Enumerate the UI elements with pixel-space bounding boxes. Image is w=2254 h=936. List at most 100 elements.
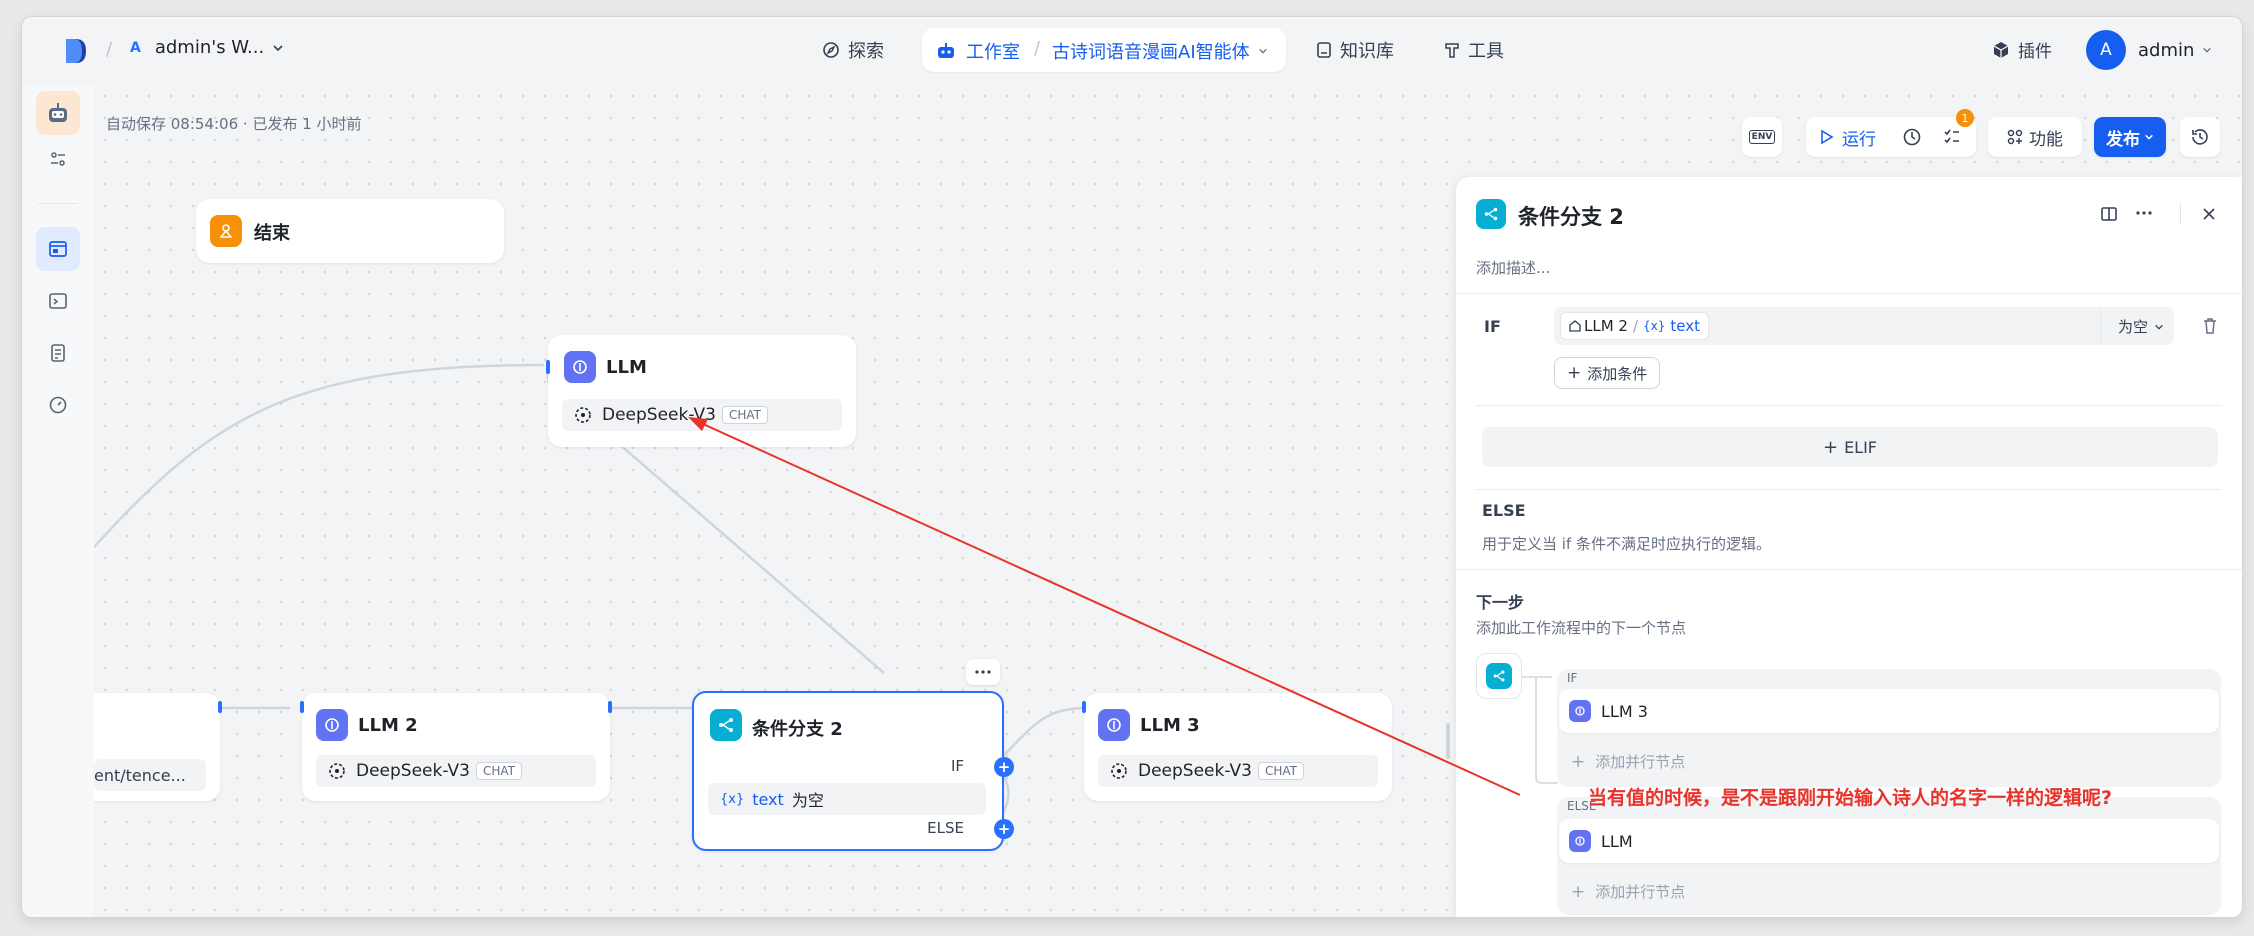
- llm2-node[interactable]: LLM 2 DeepSeek-V3 CHAT: [300, 693, 612, 801]
- run-label: 运行: [1842, 129, 1876, 150]
- avatar: A: [2086, 30, 2126, 70]
- description-input[interactable]: 添加描述...: [1476, 257, 1550, 278]
- panel-layout-icon[interactable]: [2100, 205, 2118, 223]
- model-icon: [1110, 762, 1128, 780]
- end-node[interactable]: 结束: [196, 199, 504, 263]
- upstream-node-model: ent/tence...: [94, 759, 206, 791]
- logs-icon[interactable]: [36, 331, 80, 375]
- add-condition-button[interactable]: + 添加条件: [1554, 357, 1661, 389]
- workspace-switcher[interactable]: A admin's W...: [130, 37, 284, 58]
- if-branch-label: IF: [950, 757, 964, 775]
- else-output-add-icon[interactable]: +: [994, 819, 1014, 839]
- condition-variable-pill[interactable]: LLM 2 / {x} text: [1560, 312, 1710, 340]
- plus-icon: +: [1571, 881, 1586, 902]
- robot-icon: [936, 42, 956, 60]
- run-toolbar: 运行 1: [1806, 109, 1976, 157]
- nav-tools[interactable]: 工具: [1444, 37, 1504, 63]
- add-condition-label: 添加条件: [1587, 364, 1648, 383]
- branch-connector: [1522, 676, 1558, 784]
- condition-node-name: LLM 2: [1584, 317, 1628, 335]
- app-icon[interactable]: [36, 91, 80, 135]
- app-name: 古诗词语音漫画AI智能体: [1052, 42, 1250, 63]
- panel-title[interactable]: 条件分支 2: [1518, 201, 1624, 231]
- else-branch-node-name: LLM: [1601, 831, 1633, 851]
- llm3-node-title: LLM 3: [1140, 715, 1200, 736]
- ifelse-node[interactable]: 条件分支 2 IF {x} text 为空 ELSE + +: [692, 691, 1014, 851]
- version-history-button[interactable]: [2180, 117, 2220, 157]
- workspace-name: admin's W...: [154, 37, 265, 58]
- operator-select[interactable]: 为空: [2118, 316, 2164, 337]
- node-more-button[interactable]: [966, 659, 1000, 685]
- nav-explore[interactable]: 探索: [822, 37, 884, 63]
- output-handle[interactable]: [608, 701, 612, 713]
- panel-resize-handle[interactable]: [1446, 723, 1450, 759]
- input-handle[interactable]: [300, 701, 304, 713]
- chevron-down-icon: [2144, 132, 2154, 142]
- divider: [38, 203, 78, 204]
- run-history-icon[interactable]: [1902, 127, 1922, 147]
- add-elif-button[interactable]: + ELIF: [1482, 427, 2218, 467]
- explore-icon: [822, 41, 840, 59]
- user-menu[interactable]: A admin: [2086, 30, 2212, 70]
- llm-node-title: LLM: [606, 357, 647, 378]
- settings-sliders-icon[interactable]: [36, 137, 80, 181]
- llm3-node-icon: [1098, 709, 1130, 741]
- hammer-icon: [1444, 41, 1460, 59]
- upstream-node[interactable]: ent/tence...: [94, 693, 222, 801]
- studio-breadcrumb: 工作室 / 古诗词语音漫画AI智能体: [922, 28, 1286, 72]
- plus-icon: +: [1571, 751, 1586, 772]
- node-ref-icon: [1569, 320, 1581, 332]
- model-badge: DeepSeek-V3 CHAT: [316, 755, 596, 787]
- features-button[interactable]: 功能: [1988, 117, 2082, 157]
- else-label: ELSE: [1482, 501, 1526, 520]
- input-handle[interactable]: [1082, 701, 1086, 713]
- output-handle[interactable]: [218, 701, 222, 713]
- add-parallel-label: 添加并行节点: [1595, 753, 1686, 771]
- if-output-add-icon[interactable]: +: [994, 757, 1014, 777]
- condition-row[interactable]: LLM 2 / {x} text 为空: [1554, 307, 2174, 345]
- cube-icon: [1992, 41, 2010, 59]
- nav-plugins-label: 插件: [2018, 42, 2052, 62]
- llm3-node[interactable]: LLM 3 DeepSeek-V3 CHAT: [1082, 693, 1392, 801]
- else-branch-group: ELSE LLM + 添加并行节点: [1557, 797, 2221, 915]
- condition-operator: 为空: [791, 791, 824, 810]
- add-parallel-node-button[interactable]: + 添加并行节点: [1571, 881, 1685, 902]
- add-parallel-node-button[interactable]: + 添加并行节点: [1571, 751, 1685, 772]
- trash-icon[interactable]: [2202, 317, 2218, 335]
- input-handle[interactable]: [546, 360, 550, 374]
- model-name: DeepSeek-V3: [1138, 761, 1252, 781]
- if-branch-node[interactable]: LLM 3: [1559, 689, 2219, 733]
- ifelse-mini-icon: [1486, 663, 1512, 689]
- nav-studio[interactable]: 工作室: [936, 38, 1020, 64]
- publish-button[interactable]: 发布: [2094, 117, 2166, 157]
- close-icon[interactable]: [2202, 207, 2216, 221]
- app-logo[interactable]: [64, 37, 88, 65]
- app-selector[interactable]: 古诗词语音漫画AI智能体: [1052, 38, 1268, 64]
- checklist-icon[interactable]: [1942, 127, 1962, 147]
- nav-knowledge[interactable]: 知识库: [1316, 37, 1394, 63]
- model-mode-tag: CHAT: [721, 406, 768, 424]
- elif-label: ELIF: [1844, 437, 1878, 457]
- llm2-node-icon: [316, 709, 348, 741]
- monitoring-gauge-icon[interactable]: [36, 383, 80, 427]
- model-mode-tag: CHAT: [475, 762, 522, 780]
- terminal-icon[interactable]: [36, 279, 80, 323]
- llm-mini-icon: [1569, 830, 1591, 852]
- run-button[interactable]: 运行: [1820, 125, 1876, 150]
- end-node-title: 结束: [254, 223, 290, 244]
- end-node-icon: [210, 215, 242, 247]
- workflow-orchestrate-icon[interactable]: [36, 227, 80, 271]
- llm-mini-icon: [1569, 700, 1591, 722]
- breadcrumb-separator: /: [1034, 38, 1041, 59]
- env-button[interactable]: ENV: [1742, 117, 1782, 157]
- chevron-down-icon: [1258, 46, 1268, 56]
- llm-node[interactable]: LLM DeepSeek-V3 CHAT: [546, 335, 856, 447]
- env-icon: ENV: [1748, 130, 1776, 144]
- more-horizontal-icon[interactable]: [2136, 211, 2152, 215]
- model-name: DeepSeek-V3: [602, 405, 716, 425]
- nav-plugins[interactable]: 插件: [1992, 37, 2052, 62]
- left-sidebar: [22, 85, 94, 917]
- else-branch-node[interactable]: LLM: [1559, 819, 2219, 863]
- add-parallel-label: 添加并行节点: [1595, 883, 1686, 901]
- plus-icon: +: [1822, 436, 1839, 458]
